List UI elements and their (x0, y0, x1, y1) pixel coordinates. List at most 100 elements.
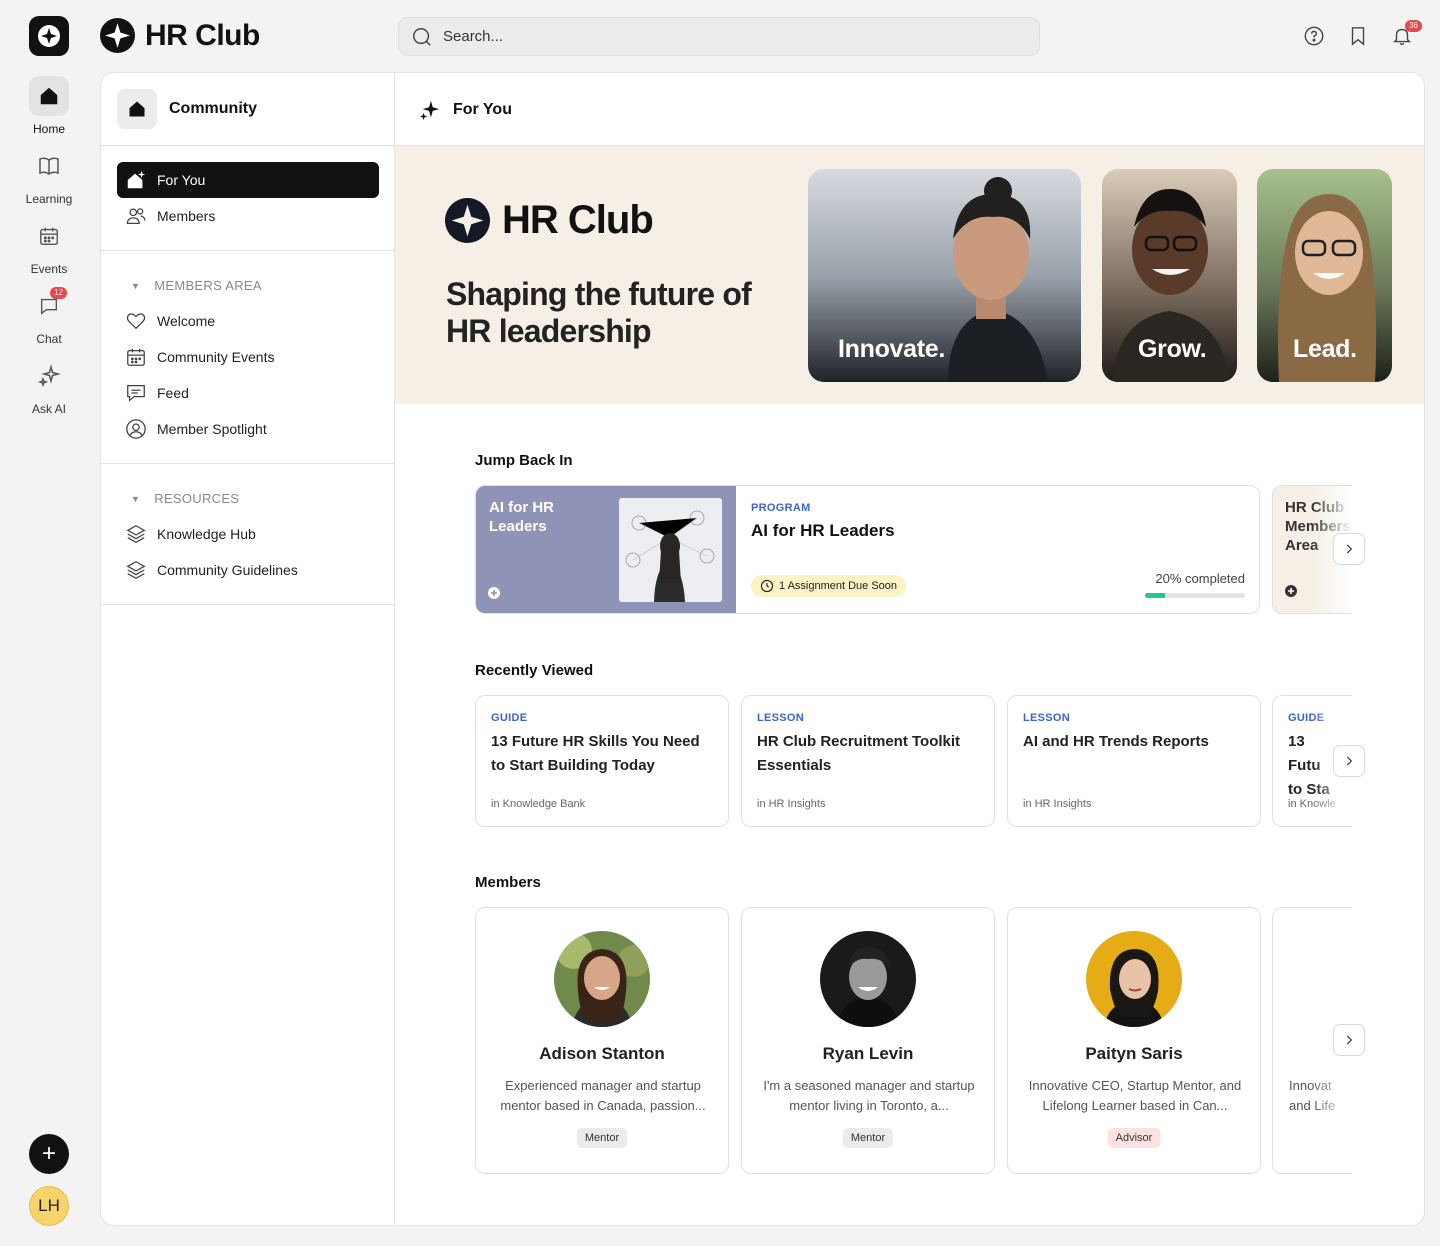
section-title-jump-back-in: Jump Back In (475, 452, 573, 469)
hero-card-word: Lead. (1293, 335, 1357, 363)
sidebar-item-members[interactable]: Members (117, 198, 379, 234)
book-icon (29, 146, 69, 186)
section-title: MEMBERS AREA (154, 278, 262, 293)
section-title-recently-viewed: Recently Viewed (475, 662, 594, 679)
progress-fill (1145, 593, 1165, 598)
chevron-right-icon (1346, 1035, 1353, 1045)
rail-label-events: Events (30, 262, 68, 276)
plus-icon: + (41, 1140, 56, 1167)
content-type-label: PROGRAM (751, 502, 811, 514)
rail-label-ask-ai: Ask AI (31, 402, 66, 416)
progress-text: 20% completed (1155, 571, 1245, 586)
recent-item-location: in Knowledge Bank (491, 798, 586, 810)
hero-brand: HR Club (445, 198, 654, 243)
sidebar-item-for-you[interactable]: For You (117, 162, 379, 198)
assignment-due-badge: 1 Assignment Due Soon (751, 575, 907, 597)
clock-icon (760, 579, 774, 593)
section-title-members: Members (475, 874, 541, 891)
hero-card-word: Innovate. (838, 335, 946, 363)
brand[interactable]: HR Club (100, 18, 260, 53)
carousel-next-button[interactable] (1333, 745, 1365, 777)
help-icon[interactable] (1301, 23, 1327, 49)
calendar-icon (127, 348, 145, 366)
notifications-button[interactable]: 36 (1389, 20, 1422, 49)
rail-item-home[interactable]: Home (14, 76, 84, 136)
rail-item-chat[interactable]: 12 Chat (14, 286, 84, 346)
add-circle-icon (1285, 584, 1297, 602)
member-avatar (1086, 931, 1182, 1027)
course-photo (619, 498, 722, 602)
sidebar-item-label: Community Events (157, 349, 275, 365)
bookmark-icon[interactable] (1345, 23, 1371, 49)
hrclub-logo-icon (445, 198, 490, 243)
member-role-badge: Advisor (1107, 1128, 1161, 1148)
message-icon (127, 385, 145, 402)
member-name: Adison Stanton (539, 1044, 665, 1063)
chat-icon: 12 (29, 286, 69, 326)
member-card[interactable]: Ryan Levin I'm a seasoned manager and st… (741, 907, 995, 1174)
layers-icon (126, 525, 146, 543)
community-sidebar: Community For You Members ▼ MEMBERS AREA… (100, 72, 394, 1226)
caret-down-icon: ▼ (131, 280, 141, 291)
chevron-right-icon (1346, 756, 1353, 766)
recent-item-card[interactable]: LESSON AI and HR Trends Reports in HR In… (1007, 695, 1261, 827)
rail-item-learning[interactable]: Learning (14, 146, 84, 206)
sidebar-item-knowledge-hub[interactable]: Knowledge Hub (117, 516, 379, 552)
chat-badge: 12 (50, 287, 67, 299)
sidebar-item-label: Knowledge Hub (157, 526, 256, 542)
recent-item-card[interactable]: LESSON HR Club Recruitment Toolkit Essen… (741, 695, 995, 827)
sidebar-item-label: Community Guidelines (157, 562, 298, 578)
hero-card-innovate: Innovate. (808, 169, 1081, 382)
search-bar[interactable] (398, 17, 1040, 56)
recent-item-card[interactable]: GUIDE 13 Future HR Skills You Need to St… (475, 695, 729, 827)
rail-label-home: Home (32, 122, 65, 136)
hero-banner: HR Club Shaping the future of HR leaders… (395, 146, 1424, 404)
member-card[interactable]: Paityn Saris Innovative CEO, Startup Men… (1007, 907, 1261, 1174)
sidebar-item-member-spotlight[interactable]: Member Spotlight (117, 411, 379, 447)
community-header[interactable]: Community (117, 89, 257, 129)
member-role-badge: Mentor (842, 1128, 894, 1148)
jump-back-card[interactable]: AI for HR Leaders PROGRAM AI for HR Lead… (475, 485, 1260, 614)
create-button[interactable]: + (29, 1134, 69, 1174)
app-logo[interactable] (29, 16, 69, 56)
section-resources[interactable]: ▼ RESOURCES (131, 491, 239, 506)
sidebar-item-community-events[interactable]: Community Events (117, 339, 379, 375)
rail-item-ask-ai[interactable]: Ask AI (14, 356, 84, 416)
member-avatar (554, 931, 650, 1027)
member-card[interactable]: Adison Stanton Experienced manager and s… (475, 907, 729, 1174)
home-icon (29, 76, 69, 116)
main-content: For You HR Club Shaping the future of HR… (394, 72, 1425, 1226)
brand-name: HR Club (145, 18, 260, 52)
course-title: AI for HR Leaders (751, 521, 895, 540)
carousel-next-button[interactable] (1333, 1024, 1365, 1056)
sparkle-home-icon (127, 170, 146, 189)
divider (101, 145, 394, 146)
sidebar-item-community-guidelines[interactable]: Community Guidelines (117, 552, 379, 588)
progress-bar (1145, 593, 1245, 598)
hrclub-logo-icon (100, 18, 135, 53)
sidebar-item-label: Member Spotlight (157, 421, 267, 437)
section-members-area[interactable]: ▼ MEMBERS AREA (131, 278, 262, 293)
sidebar-item-label: Welcome (157, 313, 216, 329)
user-circle-icon (126, 419, 146, 439)
sidebar-item-feed[interactable]: Feed (117, 375, 379, 411)
hrclub-logo-icon (38, 25, 60, 47)
user-avatar[interactable]: LH (29, 1186, 69, 1226)
member-avatar (820, 931, 916, 1027)
rail-label-learning: Learning (25, 192, 73, 206)
search-input[interactable] (443, 28, 1003, 45)
sparkle-icon (29, 356, 69, 396)
rail-item-events[interactable]: Events (14, 216, 84, 276)
hero-card-word: Grow. (1138, 335, 1207, 363)
course-thumbnail: AI for HR Leaders (476, 486, 736, 613)
sidebar-item-label: For You (157, 172, 206, 188)
home-icon (117, 89, 157, 129)
member-bio: Experienced manager and startup mentor b… (500, 1078, 706, 1113)
sidebar-item-welcome[interactable]: Welcome (117, 303, 379, 339)
hero-tagline: Shaping the future of HR leadership (446, 276, 752, 349)
hero-brand-name: HR Club (502, 198, 654, 242)
recent-item-title: 13 Future HR Skills You Need to Start Bu… (491, 733, 700, 774)
carousel-next-button[interactable] (1333, 533, 1365, 565)
caret-down-icon: ▼ (131, 493, 141, 504)
layers-icon (126, 561, 146, 579)
